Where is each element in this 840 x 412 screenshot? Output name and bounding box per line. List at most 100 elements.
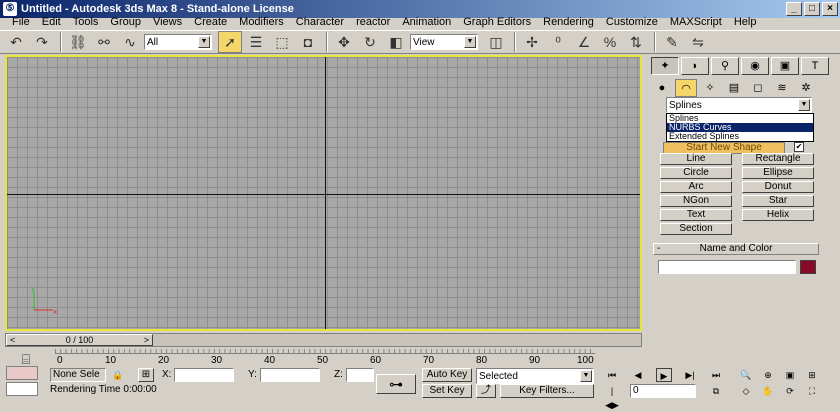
star-button[interactable]: Star xyxy=(742,195,814,207)
named-selection-icon[interactable]: ✎ xyxy=(660,31,684,53)
time-configuration-icon[interactable]: ⧉ xyxy=(708,384,724,398)
time-slider[interactable]: < 0 / 100 > xyxy=(6,334,153,346)
scale-icon[interactable]: ◧ xyxy=(384,31,408,53)
helix-button[interactable]: Helix xyxy=(742,209,814,221)
key-filters-button[interactable]: Key Filters... xyxy=(500,384,594,398)
lock-icon[interactable]: 🔒 xyxy=(110,368,126,382)
rectangular-selection-icon[interactable]: ⬚ xyxy=(270,31,294,53)
move-icon[interactable]: ✥ xyxy=(332,31,356,53)
menu-help[interactable]: Help xyxy=(728,16,763,28)
line-button[interactable]: Line xyxy=(660,153,732,165)
percent-snap-icon[interactable]: % xyxy=(598,31,622,53)
pivot-center-icon[interactable]: ◫ xyxy=(484,31,508,53)
tab-modify[interactable]: ◗ xyxy=(681,57,709,75)
object-color-swatch[interactable] xyxy=(800,260,816,274)
spinner-snap-icon[interactable]: ⇅ xyxy=(624,31,648,53)
geometry-icon[interactable]: ● xyxy=(651,79,673,97)
arc-rotate-icon[interactable]: ⟳ xyxy=(782,384,798,398)
menu-edit[interactable]: Edit xyxy=(36,16,67,28)
shape-category-dropdown[interactable]: Splines ▼ xyxy=(666,97,812,113)
tab-display[interactable]: ▣ xyxy=(771,57,799,75)
auto-key-button[interactable]: Auto Key xyxy=(422,368,472,382)
menu-character[interactable]: Character xyxy=(290,16,350,28)
menu-create[interactable]: Create xyxy=(188,16,233,28)
menu-rendering[interactable]: Rendering xyxy=(537,16,600,28)
set-key-button[interactable]: Set Key xyxy=(422,384,472,398)
ngon-button[interactable]: NGon xyxy=(660,195,732,207)
mirror-icon[interactable]: ⇋ xyxy=(686,31,710,53)
absolute-relative-icon[interactable]: ⊞ xyxy=(138,368,154,382)
menu-file[interactable]: File xyxy=(6,16,36,28)
go-to-start-icon[interactable]: ⏮ xyxy=(604,368,620,382)
start-new-shape-checkbox[interactable]: ✔ xyxy=(794,142,804,152)
play-icon[interactable]: ▶ xyxy=(656,368,672,382)
default-tangent-icon[interactable]: ⤴ xyxy=(476,384,496,398)
arc-button[interactable]: Arc xyxy=(660,181,732,193)
undo-icon[interactable]: ↶ xyxy=(4,31,28,53)
pan-icon[interactable]: ✋ xyxy=(760,384,776,398)
manipulate-icon[interactable]: ✢ xyxy=(520,31,544,53)
menu-modifiers[interactable]: Modifiers xyxy=(233,16,290,28)
tab-motion[interactable]: ◉ xyxy=(741,57,769,75)
menu-graph-editors[interactable]: Graph Editors xyxy=(457,16,537,28)
zoom-extents-all-icon[interactable]: ⊞ xyxy=(804,368,820,382)
selection-filter-dropdown[interactable]: All ▼ xyxy=(144,34,212,50)
rotate-icon[interactable]: ↻ xyxy=(358,31,382,53)
reference-coordinate-dropdown[interactable]: View ▼ xyxy=(410,34,478,50)
select-object-icon[interactable]: ➚ xyxy=(218,31,242,53)
track-bar[interactable]: 0 10 20 30 40 50 60 70 80 90 100 xyxy=(55,349,595,366)
key-mode-toggle-icon[interactable]: |◀▶ xyxy=(604,384,620,410)
maxscript-listener-white[interactable] xyxy=(6,382,38,396)
time-slider-track[interactable]: < 0 / 100 > xyxy=(5,333,642,347)
object-name-field[interactable] xyxy=(658,260,796,274)
angle-snap-icon[interactable]: ∠ xyxy=(572,31,596,53)
x-coordinate-field[interactable] xyxy=(174,368,234,382)
name-and-color-rollout[interactable]: - Name and Color xyxy=(653,243,819,255)
lights-icon[interactable]: ✧ xyxy=(699,79,721,97)
menu-animation[interactable]: Animation xyxy=(396,16,457,28)
go-to-end-icon[interactable]: ⏭ xyxy=(708,368,724,382)
field-of-view-icon[interactable]: ◇ xyxy=(738,384,754,398)
window-crossing-icon[interactable]: ◘ xyxy=(296,31,320,53)
section-button[interactable]: Section xyxy=(660,223,732,235)
current-frame-field[interactable]: 0 xyxy=(630,384,696,398)
option-extended-splines[interactable]: Extended Splines xyxy=(667,132,813,141)
systems-icon[interactable]: ✲ xyxy=(795,79,817,97)
space-warps-icon[interactable]: ≋ xyxy=(771,79,793,97)
donut-button[interactable]: Donut xyxy=(742,181,814,193)
key-mode-dropdown[interactable]: Selected ▼ xyxy=(476,368,594,384)
tab-utilities[interactable]: T xyxy=(801,57,829,75)
text-button[interactable]: Text xyxy=(660,209,732,221)
menu-tools[interactable]: Tools xyxy=(67,16,105,28)
menu-maxscript[interactable]: MAXScript xyxy=(664,16,728,28)
cameras-icon[interactable]: ▤ xyxy=(723,79,745,97)
tab-hierarchy[interactable]: ⚲ xyxy=(711,57,739,75)
bind-space-warp-icon[interactable]: ∿ xyxy=(118,31,142,53)
key-icon[interactable]: ⊶ xyxy=(376,374,416,394)
ellipse-button[interactable]: Ellipse xyxy=(742,167,814,179)
z-coordinate-field[interactable] xyxy=(346,368,374,382)
zoom-all-icon[interactable]: ⊕ xyxy=(760,368,776,382)
unlink-icon[interactable]: ⚯ xyxy=(92,31,116,53)
perspective-viewport[interactable]: y x xyxy=(5,55,642,331)
y-coordinate-field[interactable] xyxy=(260,368,320,382)
select-link-icon[interactable]: ⛓ xyxy=(66,31,90,53)
next-frame-arrow[interactable]: > xyxy=(144,335,149,345)
snap-3d-icon[interactable]: ⁰ xyxy=(546,31,570,53)
shapes-icon[interactable]: ◠ xyxy=(675,79,697,97)
redo-icon[interactable]: ↷ xyxy=(30,31,54,53)
zoom-extents-icon[interactable]: ▣ xyxy=(782,368,798,382)
maximize-viewport-icon[interactable]: ⛶ xyxy=(804,384,820,398)
maxscript-listener-pink[interactable] xyxy=(6,366,38,380)
helpers-icon[interactable]: ◻ xyxy=(747,79,769,97)
previous-frame-icon[interactable]: ◀ xyxy=(630,368,646,382)
prev-frame-arrow[interactable]: < xyxy=(10,335,15,345)
menu-reactor[interactable]: reactor xyxy=(350,16,396,28)
select-by-name-icon[interactable]: ☰ xyxy=(244,31,268,53)
next-frame-icon[interactable]: ▶| xyxy=(682,368,698,382)
menu-views[interactable]: Views xyxy=(147,16,188,28)
circle-button[interactable]: Circle xyxy=(660,167,732,179)
zoom-icon[interactable]: 🔍 xyxy=(738,368,754,382)
rectangle-button[interactable]: Rectangle xyxy=(742,153,814,165)
tab-create[interactable]: ✦ xyxy=(651,57,679,75)
